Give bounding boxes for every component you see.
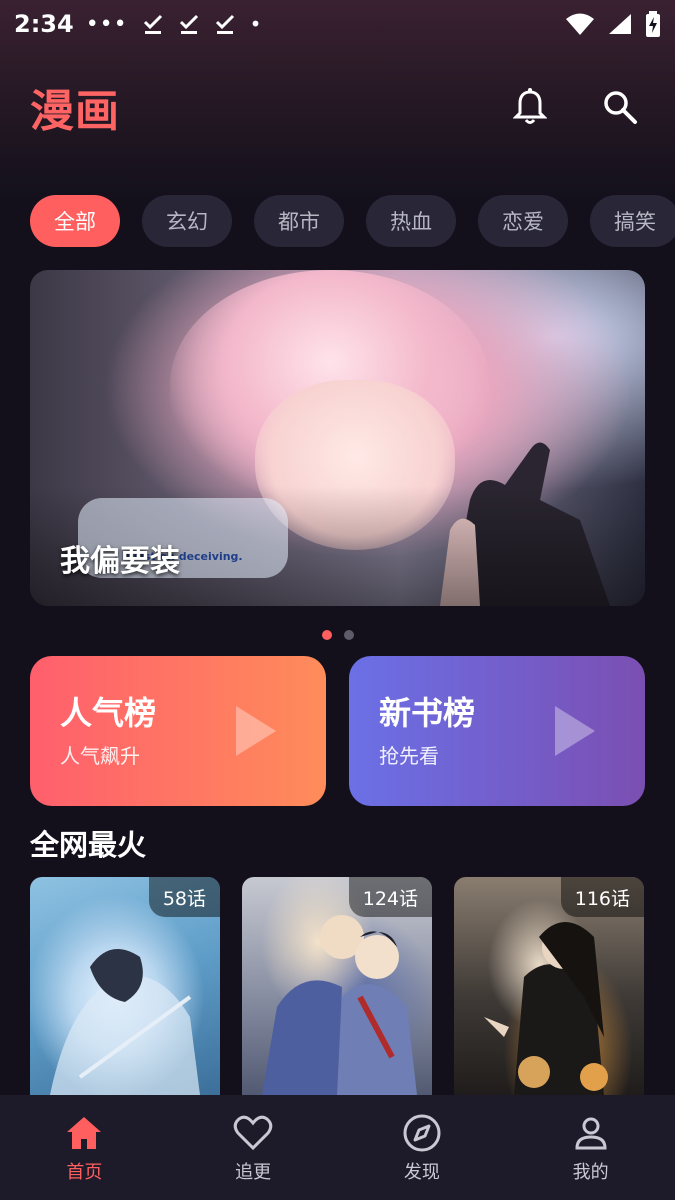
nav-item-discover[interactable]: 发现 bbox=[338, 1095, 507, 1200]
carousel-indicator bbox=[0, 630, 675, 642]
header-actions bbox=[505, 82, 645, 132]
nav-label-profile: 我的 bbox=[572, 1161, 609, 1183]
heart-icon bbox=[232, 1112, 274, 1154]
compass-icon bbox=[401, 1112, 443, 1154]
status-notification-icons: ••• • bbox=[86, 12, 262, 37]
nav-item-home[interactable]: 首页 bbox=[0, 1095, 169, 1200]
category-chip-romance[interactable]: 恋爱 bbox=[478, 195, 568, 247]
download-done-icon bbox=[215, 14, 234, 34]
battery-charging-icon bbox=[646, 11, 660, 37]
section-title-hottest: 全网最火 bbox=[30, 828, 147, 862]
nav-item-profile[interactable]: 我的 bbox=[506, 1095, 675, 1200]
app-header: 漫画 bbox=[0, 70, 675, 144]
bottom-navigation: 首页 追更 发现 我的 bbox=[0, 1095, 675, 1200]
category-tabs: 全部 玄幻 都市 热血 恋爱 搞笑 bbox=[30, 195, 675, 247]
signal-icon bbox=[609, 14, 631, 34]
download-done-icon bbox=[179, 14, 198, 34]
wifi-icon bbox=[566, 13, 594, 35]
search-icon bbox=[604, 91, 637, 124]
banner-title: 我偏要装 bbox=[60, 544, 180, 579]
popular-ranking-card[interactable]: 人气榜 人气飙升 bbox=[30, 656, 326, 806]
carousel-dot-active[interactable] bbox=[321, 630, 332, 640]
download-done-icon bbox=[143, 14, 162, 34]
play-arrow-icon bbox=[236, 706, 276, 756]
category-chip-all[interactable]: 全部 bbox=[30, 195, 120, 247]
episode-count-badge: 58话 bbox=[148, 877, 220, 917]
status-system-icons bbox=[565, 11, 661, 37]
category-chip-urban[interactable]: 都市 bbox=[254, 195, 344, 247]
comic-card[interactable]: 116话 bbox=[454, 877, 644, 1095]
carousel-dot[interactable] bbox=[343, 630, 354, 640]
status-bar: 2:34 ••• • bbox=[0, 0, 675, 48]
nav-label-following: 追更 bbox=[235, 1161, 272, 1183]
episode-count-badge: 116话 bbox=[560, 877, 644, 917]
category-chip-comedy[interactable]: 搞笑 bbox=[590, 195, 675, 247]
app-title: 漫画 bbox=[30, 86, 120, 137]
featured-banner[interactable]: I insist on deceiving. 我偏要装 bbox=[30, 270, 645, 606]
play-arrow-icon bbox=[555, 706, 595, 756]
new-book-ranking-card[interactable]: 新书榜 抢先看 bbox=[349, 656, 645, 806]
search-button[interactable] bbox=[595, 82, 645, 132]
notifications-button[interactable] bbox=[505, 82, 555, 132]
more-notifications-icon: ••• bbox=[85, 11, 128, 37]
home-icon bbox=[63, 1112, 105, 1154]
nav-label-discover: 发现 bbox=[403, 1161, 440, 1183]
category-chip-action[interactable]: 热血 bbox=[366, 195, 456, 247]
nav-label-home: 首页 bbox=[66, 1161, 103, 1183]
status-time: 2:34 bbox=[14, 10, 74, 38]
comic-list: 58话 124话 116话 bbox=[30, 877, 645, 1095]
category-chip-fantasy[interactable]: 玄幻 bbox=[142, 195, 232, 247]
nav-item-following[interactable]: 追更 bbox=[169, 1095, 338, 1200]
comic-card[interactable]: 58话 bbox=[30, 877, 220, 1095]
person-icon bbox=[570, 1112, 612, 1154]
comic-card[interactable]: 124话 bbox=[242, 877, 432, 1095]
episode-count-badge: 124话 bbox=[348, 877, 432, 917]
notification-dot-icon: • bbox=[249, 12, 262, 36]
bell-icon bbox=[513, 88, 547, 124]
